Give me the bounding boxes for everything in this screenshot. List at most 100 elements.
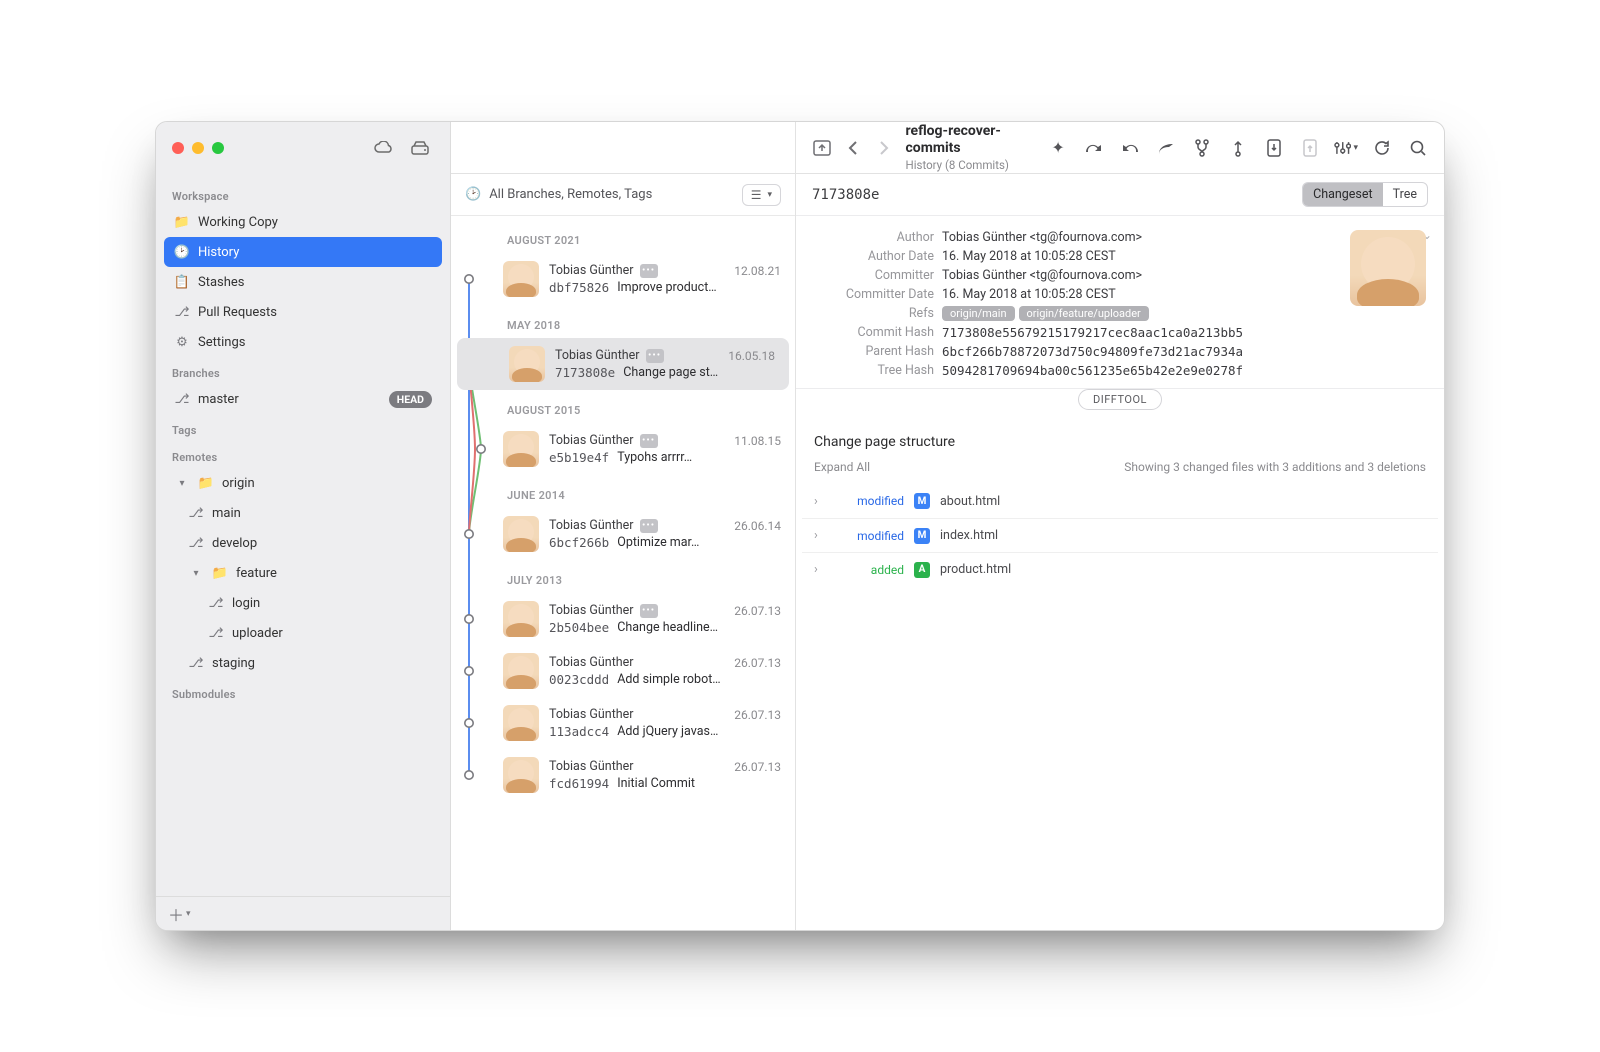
author-avatar bbox=[503, 431, 539, 467]
close-window-button[interactable] bbox=[172, 142, 184, 154]
file-row[interactable]: ›addedAproduct.html bbox=[802, 552, 1438, 586]
commit-hash: 2b504bee bbox=[549, 620, 609, 635]
commit-row[interactable]: Tobias Günther26.07.13fcd61994Initial Co… bbox=[451, 749, 795, 801]
sidebar-item-remote-feature-uploader[interactable]: ⎇uploader bbox=[164, 618, 442, 648]
view-options-button[interactable]: ☰▾ bbox=[742, 184, 781, 206]
file-name: product.html bbox=[940, 562, 1011, 577]
stash-save-icon[interactable] bbox=[1262, 136, 1286, 160]
filter-label[interactable]: All Branches, Remotes, Tags bbox=[489, 187, 652, 202]
ref-pill[interactable]: origin/main bbox=[942, 306, 1015, 321]
add-button[interactable]: ＋ bbox=[168, 902, 184, 926]
meta-key: Commit Hash bbox=[814, 325, 934, 340]
file-row[interactable]: ›modifiedMindex.html bbox=[802, 518, 1438, 552]
repo-title: reflog-recover-commits bbox=[906, 123, 1031, 158]
sidebar-item-label: develop bbox=[212, 536, 257, 551]
sidebar-item-remote-origin[interactable]: ▾📁origin bbox=[164, 468, 442, 498]
disk-icon[interactable] bbox=[406, 136, 434, 160]
repo-subtitle: History (8 Commits) bbox=[906, 158, 1031, 172]
author-avatar bbox=[503, 757, 539, 793]
sidebar-section-tags: Tags bbox=[164, 414, 442, 441]
sidebar-item-stashes[interactable]: 📋Stashes bbox=[164, 267, 442, 297]
settings-sliders-icon[interactable]: ▾ bbox=[1334, 136, 1358, 160]
file-row[interactable]: ›modifiedMabout.html bbox=[802, 484, 1438, 518]
commit-row[interactable]: Tobias Günther•••26.06.146bcf266bOptimiz… bbox=[451, 508, 795, 560]
fetch-icon[interactable] bbox=[1082, 136, 1106, 160]
sidebar-item-settings[interactable]: ⚙Settings bbox=[164, 327, 442, 357]
commit-hash: dbf75826 bbox=[549, 280, 609, 295]
sidebar-item-pull-requests[interactable]: ⎇Pull Requests bbox=[164, 297, 442, 327]
sidebar-section-submodules: Submodules bbox=[164, 678, 442, 705]
difftool-button[interactable]: DIFFTOOL bbox=[1078, 389, 1162, 410]
sidebar-item-remote-feature[interactable]: ▾📁feature bbox=[164, 558, 442, 588]
chevron-down-icon: ▾ bbox=[767, 190, 772, 200]
history-filterbar: 🕑 All Branches, Remotes, Tags ☰▾ bbox=[451, 174, 795, 216]
commit-row[interactable]: Tobias Günther•••16.05.187173808eChange … bbox=[457, 338, 789, 390]
difftool-row: DIFFTOOL bbox=[796, 389, 1444, 422]
commit-author: Tobias Günther bbox=[549, 655, 634, 670]
sidebar-item-label: uploader bbox=[232, 626, 283, 641]
toolbar-actions: ✦ ▾ bbox=[1046, 136, 1430, 160]
meta-key: Parent Hash bbox=[814, 344, 934, 359]
commit-text: Tobias Günther26.07.130023cdddAdd simple… bbox=[549, 655, 781, 687]
seg-tree[interactable]: Tree bbox=[1383, 183, 1427, 206]
file-status-badge: M bbox=[914, 528, 930, 544]
push-icon[interactable] bbox=[1154, 136, 1178, 160]
clock-icon: 🕑 bbox=[465, 187, 481, 202]
footer-menu-chevron-icon[interactable]: ▾ bbox=[186, 909, 191, 919]
refresh-icon[interactable] bbox=[1370, 136, 1394, 160]
stash-apply-icon[interactable] bbox=[1298, 136, 1322, 160]
sidebar-item-branch-master[interactable]: ⎇masterHEAD bbox=[164, 384, 442, 414]
search-icon[interactable] bbox=[1406, 136, 1430, 160]
minimize-window-button[interactable] bbox=[192, 142, 204, 154]
graph-gutter bbox=[461, 749, 493, 801]
meta-value-committer-date: 16. May 2018 at 10:05:28 CEST bbox=[942, 287, 1334, 302]
top-toolbar: reflog-recover-commits History (8 Commit… bbox=[796, 122, 1444, 174]
sidebar-item-remote-main[interactable]: ⎇main bbox=[164, 498, 442, 528]
commit-hash: e5b19e4f bbox=[549, 450, 609, 465]
refs-indicator-icon: ••• bbox=[640, 264, 658, 278]
sidebar-item-history[interactable]: 🕑History bbox=[164, 237, 442, 267]
commit-message: Optimize mar… bbox=[617, 535, 699, 550]
commit-date: 26.07.13 bbox=[734, 656, 781, 670]
commit-date: 26.07.13 bbox=[734, 604, 781, 618]
zoom-window-button[interactable] bbox=[212, 142, 224, 154]
sidebar-item-remote-develop[interactable]: ⎇develop bbox=[164, 528, 442, 558]
list-icon: ☰ bbox=[751, 188, 762, 202]
history-list[interactable]: AUGUST 2021Tobias Günther•••12.08.21dbf7… bbox=[451, 216, 795, 930]
commit-row[interactable]: Tobias Günther26.07.130023cdddAdd simple… bbox=[451, 645, 795, 697]
commit-message: Add simple robot… bbox=[617, 672, 720, 687]
pull-request-icon: ⎇ bbox=[174, 305, 190, 320]
author-avatar bbox=[503, 653, 539, 689]
quick-actions-icon[interactable]: ✦ bbox=[1046, 136, 1070, 160]
sidebar-item-label: origin bbox=[222, 476, 255, 491]
rebase-icon[interactable] bbox=[1226, 136, 1250, 160]
files-summary-row: Expand All Showing 3 changed files with … bbox=[796, 460, 1444, 484]
pull-icon[interactable] bbox=[1118, 136, 1142, 160]
cloud-icon[interactable] bbox=[370, 136, 398, 160]
commit-row[interactable]: Tobias Günther26.07.13113adcc4Add jQuery… bbox=[451, 697, 795, 749]
commit-short-hash: 7173808e bbox=[812, 187, 879, 203]
sidebar-section-remotes: Remotes bbox=[164, 441, 442, 468]
sidebar-item-working-copy[interactable]: 📁Working Copy bbox=[164, 207, 442, 237]
merge-icon[interactable] bbox=[1190, 136, 1214, 160]
ref-pill[interactable]: origin/feature/uploader bbox=[1019, 306, 1149, 321]
sidebar-item-remote-staging[interactable]: ⎇staging bbox=[164, 648, 442, 678]
sidebar: Workspace 📁Working Copy 🕑History 📋Stashe… bbox=[156, 122, 451, 930]
commit-row[interactable]: Tobias Günther•••12.08.21dbf75826Improve… bbox=[451, 253, 795, 305]
author-avatar bbox=[509, 346, 545, 382]
nav-back-button[interactable] bbox=[841, 134, 864, 162]
sidebar-item-remote-feature-login[interactable]: ⎇login bbox=[164, 588, 442, 618]
history-column: 🕑 All Branches, Remotes, Tags ☰▾ AUGUST … bbox=[451, 122, 796, 930]
commit-row[interactable]: Tobias Günther•••11.08.15e5b19e4fTypohs … bbox=[451, 423, 795, 475]
chevron-right-icon: › bbox=[814, 494, 824, 509]
quick-open-button[interactable] bbox=[810, 134, 833, 162]
seg-changeset[interactable]: Changeset bbox=[1303, 183, 1383, 206]
history-top-spacer bbox=[451, 122, 795, 174]
commit-row[interactable]: Tobias Günther•••26.07.132b504beeChange … bbox=[451, 593, 795, 645]
graph-gutter bbox=[461, 593, 493, 645]
file-name: index.html bbox=[940, 528, 998, 543]
sidebar-item-label: Settings bbox=[198, 335, 245, 350]
detail-panel: reflog-recover-commits History (8 Commit… bbox=[796, 122, 1444, 930]
nav-forward-button[interactable] bbox=[872, 134, 895, 162]
expand-all-button[interactable]: Expand All bbox=[814, 460, 870, 474]
